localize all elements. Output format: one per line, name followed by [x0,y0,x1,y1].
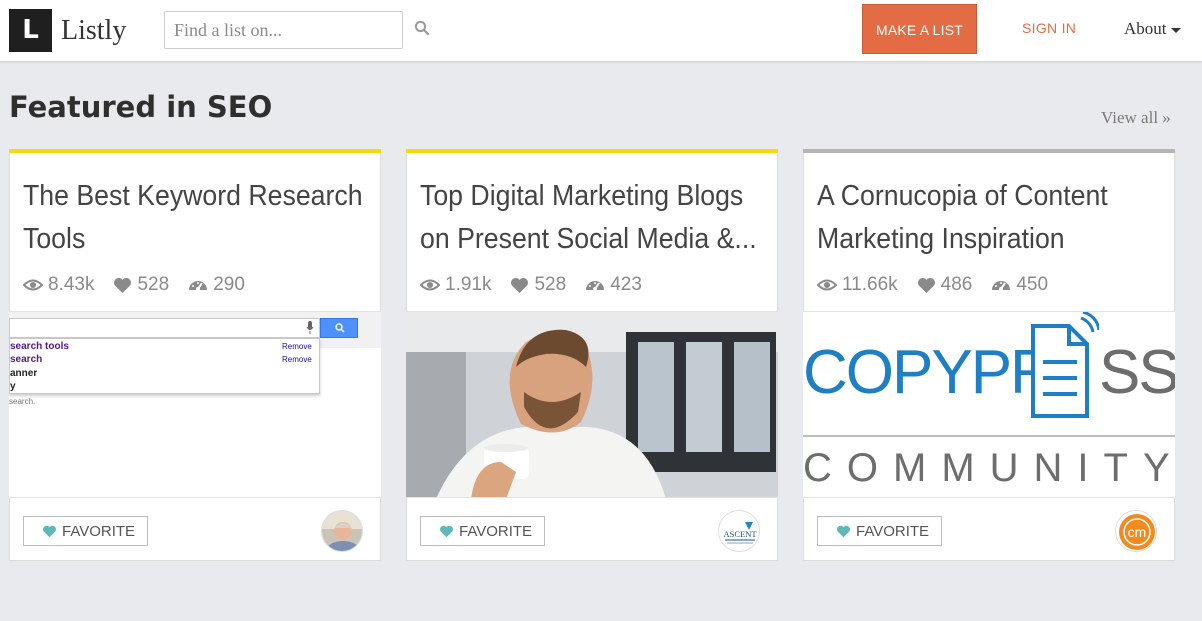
views-stat: 11.66k [817,274,898,296]
suggestion-item: anner [10,368,38,379]
items-stat: 290 [188,274,245,296]
views-count: 1.91k [445,274,492,295]
person-photo [322,511,362,551]
remove-link: Remove [282,342,312,351]
card-accent-bar [9,149,381,153]
copypress-word-right: SS [1099,338,1175,407]
likes-stat: 528 [510,274,566,296]
eye-icon [817,279,837,291]
section-title: Featured in SEO [9,90,273,124]
gauge-icon [586,281,605,291]
list-card[interactable]: A Cornucopia of Content Marketing Inspir… [803,149,1175,561]
card-thumbnail[interactable]: COPYPR SS COMMUNITY [803,311,1175,498]
remove-link: Remove [282,355,312,364]
heart-icon [917,277,935,293]
card-title[interactable]: The Best Keyword Research Tools [23,175,363,261]
items-stat: 423 [585,274,642,296]
author-avatar[interactable]: ASCENT [718,510,760,552]
card-thumbnail[interactable]: search tools Remove search Remove anner … [9,311,381,498]
author-avatar[interactable] [321,510,363,552]
eye-icon [23,279,43,291]
list-card[interactable]: Top Digital Marketing Blogs on Present S… [406,149,778,561]
favorite-label: FAVORITE [459,522,533,540]
likes-stat: 486 [917,274,973,296]
suggestion-item: search tools [10,341,69,352]
gauge-icon [189,281,208,291]
cm-logo: cm [1116,511,1156,551]
heart-icon [43,525,56,537]
search-icon[interactable] [414,20,434,40]
likes-count: 486 [940,274,973,295]
ascent-logo-text: ASCENT [723,529,757,539]
views-count: 8.43k [48,274,95,295]
top-navbar: L Listly MAKE A LIST SIGN IN About [0,0,1202,62]
about-label: About [1124,19,1167,38]
favorite-button[interactable]: FAVORITE [420,516,545,546]
card-accent-bar [803,149,1175,153]
about-menu[interactable]: About [1124,19,1181,39]
card-title[interactable]: Top Digital Marketing Blogs on Present S… [420,175,760,261]
community-word: COMMUNITY [803,446,1175,490]
cm-logo-text: cm [1128,524,1147,540]
screenshot-search-button [320,318,358,338]
card-thumbnail[interactable] [406,311,778,498]
views-stat: 8.43k [23,274,94,296]
views-stat: 1.91k [420,274,491,296]
heart-icon [114,277,132,293]
copypress-community-logo: COPYPR SS COMMUNITY [803,312,1175,497]
sign-in-link[interactable]: SIGN IN [1022,20,1076,36]
card-title[interactable]: A Cornucopia of Content Marketing Inspir… [817,175,1157,261]
search-input[interactable] [164,11,403,49]
list-card[interactable]: The Best Keyword Research Tools 8.43k 52… [9,149,381,561]
heart-icon [837,525,850,537]
likes-count: 528 [534,274,567,295]
listly-logo-text[interactable]: Listly [61,15,126,47]
author-avatar[interactable]: cm [1115,510,1157,552]
favorite-label: FAVORITE [856,522,930,540]
suggestion-item: y [10,381,16,392]
items-stat: 450 [991,274,1048,296]
favorite-label: FAVORITE [62,522,136,540]
screenshot-search-bar [9,318,320,338]
heart-icon [440,525,453,537]
divider [803,435,1175,437]
document-wifi-icon [1031,312,1099,418]
favorite-button[interactable]: FAVORITE [817,516,942,546]
card-accent-bar [406,149,778,153]
favorite-button[interactable]: FAVORITE [23,516,148,546]
items-count: 290 [213,274,245,295]
items-count: 450 [1016,274,1049,295]
search-icon [335,323,345,333]
heart-icon [511,277,529,293]
view-all-link[interactable]: View all » [1101,108,1171,128]
likes-count: 528 [137,274,170,295]
copypress-word-left: COPYPR [803,338,1055,407]
eye-icon [420,279,440,291]
likes-stat: 528 [113,274,169,296]
screenshot-hint: search. [9,397,36,406]
microphone-icon [306,321,314,334]
ascent-logo: ASCENT [719,511,759,551]
views-count: 11.66k [842,274,898,295]
card-stats: 8.43k 528 290 [23,274,264,296]
make-a-list-button[interactable]: MAKE A LIST [862,4,977,54]
gauge-icon [992,281,1011,291]
card-stats: 1.91k 528 423 [420,274,661,296]
caret-down-icon [1170,27,1181,33]
search-suggest-screenshot: search tools Remove search Remove anner … [9,312,381,497]
suggestion-dropdown: search tools Remove search Remove anner … [9,338,320,394]
items-count: 423 [610,274,642,295]
suggestion-item: search [10,354,43,365]
card-stats: 11.66k 486 450 [817,274,1067,296]
listly-logo[interactable]: L [9,9,52,52]
man-drinking-coffee-photo [406,312,778,497]
